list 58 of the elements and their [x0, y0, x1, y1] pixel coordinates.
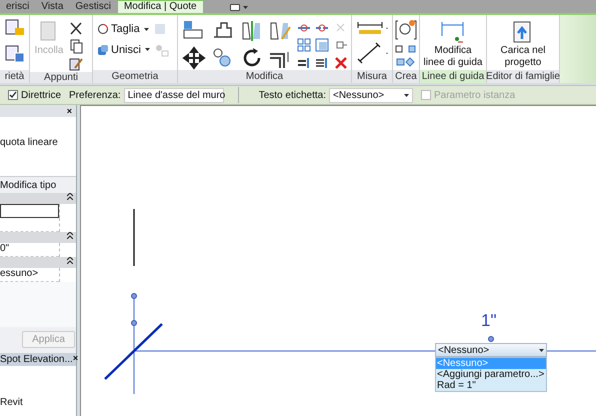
caret-icon	[404, 94, 409, 96]
ribbon-tab[interactable]: erisci	[0, 0, 36, 13]
caret-icon	[242, 6, 248, 9]
preference-select[interactable]: Linee d'asse del muro	[124, 88, 224, 102]
delete-icon[interactable]	[334, 56, 348, 70]
array-icon[interactable]	[297, 38, 312, 52]
collapse-icon[interactable]	[67, 193, 73, 200]
quick-access-dropdown[interactable]	[230, 4, 248, 11]
extend-multiple-icon[interactable]	[315, 56, 330, 70]
join-geometry-button[interactable]: Unisci	[97, 42, 141, 58]
trim-extend-icon[interactable]	[297, 56, 312, 70]
create-group-icon[interactable]	[395, 19, 417, 41]
edit-guides-button[interactable]: Modifica linee di guida	[420, 15, 486, 70]
ribbon-tab[interactable]: Vista	[35, 0, 70, 13]
dimension-value[interactable]: 1"	[481, 312, 496, 329]
preference-label: Preferenza:	[69, 88, 121, 102]
browser-title: Spot Elevation...	[0, 352, 73, 366]
panel-title: Modifica	[178, 70, 351, 83]
close-icon[interactable]: ×	[66, 105, 72, 117]
circle-icon	[97, 23, 109, 36]
collapse-icon[interactable]	[67, 232, 73, 239]
property-field[interactable]	[0, 204, 59, 218]
label-text-select[interactable]: <Nessuno>	[328, 88, 413, 102]
ribbon-background	[560, 15, 596, 83]
panel-title: Crea	[393, 70, 419, 83]
ribbon-tab[interactable]: Gestisci	[69, 0, 117, 13]
overlapping-squares-icon	[97, 44, 109, 56]
brush-icon[interactable]	[68, 57, 84, 72]
label-dropdown[interactable]: <Nessuno>	[435, 343, 547, 357]
type-grid-icon[interactable]	[5, 45, 25, 63]
label-text-label: Testo etichetta:	[258, 88, 326, 102]
caret-icon	[144, 48, 150, 52]
dropdown-option[interactable]: Rad = 1"	[436, 380, 546, 391]
dropdown-option[interactable]: <Aggiungi parametro...>	[436, 369, 546, 380]
collapse-icon[interactable]	[67, 257, 73, 264]
properties-icon[interactable]	[5, 19, 25, 37]
panel-title: Linee di guida	[420, 70, 486, 83]
copy-icon[interactable]	[68, 39, 84, 54]
scissors-icon[interactable]	[68, 21, 84, 36]
panel-title: rietà	[0, 70, 29, 83]
panel-title: Misura	[352, 70, 392, 83]
caret-icon	[144, 28, 149, 31]
cut-geometry-button[interactable]: Taglia	[97, 21, 140, 38]
close-icon[interactable]: ×	[72, 352, 78, 366]
panel-title: Geometria	[93, 70, 177, 83]
measure-icon[interactable]	[356, 19, 384, 37]
edit-type-button[interactable]: Modifica tipo	[0, 178, 56, 192]
move-icon[interactable]	[182, 46, 206, 70]
type-name: quota lineare	[0, 136, 58, 150]
leader-checkbox[interactable]: Direttrice	[8, 88, 62, 102]
panel-title: Appunti	[30, 72, 92, 83]
create-similar-icon[interactable]	[395, 45, 417, 67]
panel-title: Editor di famiglie	[487, 70, 559, 83]
ribbon-tab[interactable]: Modifica | Quote	[116, 0, 204, 13]
load-into-project-button[interactable]: Carica nel progetto	[487, 15, 559, 70]
caret-icon	[539, 348, 544, 352]
scale-icon[interactable]	[315, 38, 330, 52]
check-icon	[9, 91, 17, 99]
